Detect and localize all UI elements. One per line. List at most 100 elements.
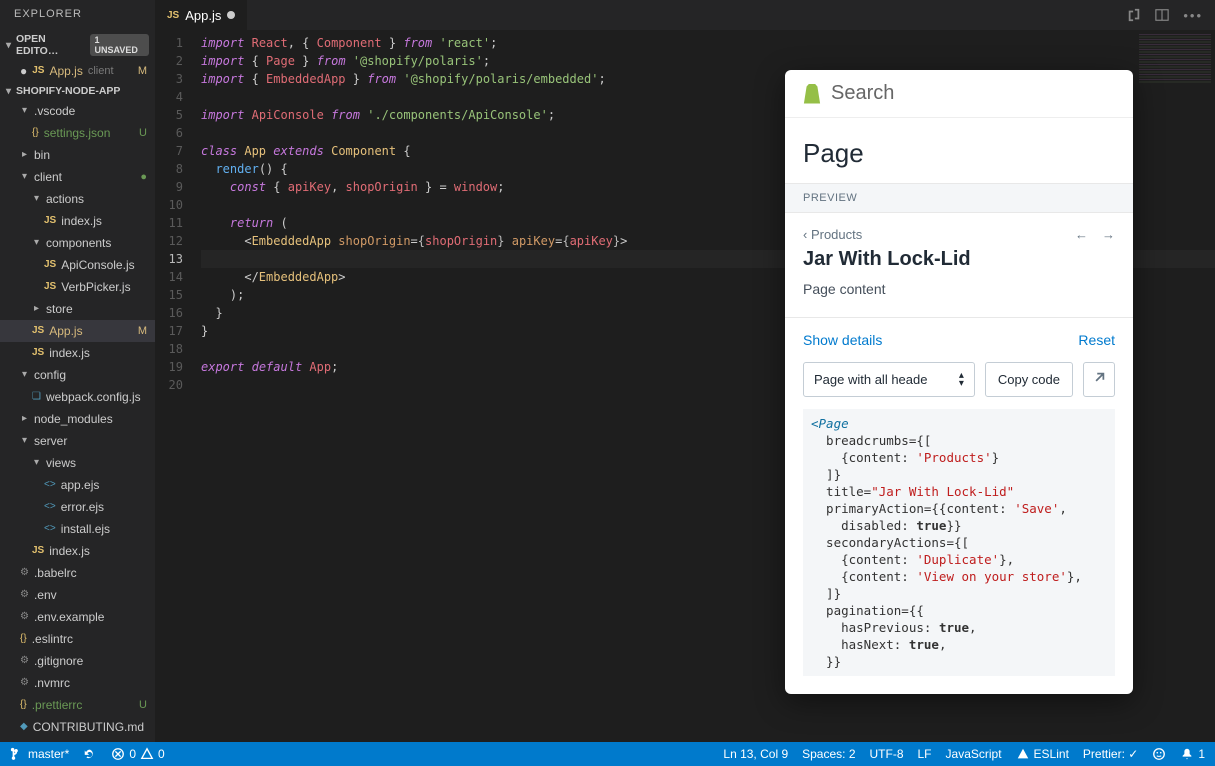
branch-icon xyxy=(10,747,24,761)
split-editor-icon[interactable] xyxy=(1155,8,1169,22)
tree-file[interactable]: <>app.ejs xyxy=(0,474,155,496)
tree-file[interactable]: ◆CONTRIBUTING.md xyxy=(0,716,155,738)
tab-app-js[interactable]: JS App.js xyxy=(155,0,247,30)
tree-item-label: store xyxy=(46,300,73,318)
next-arrow-icon[interactable]: → xyxy=(1102,227,1115,242)
more-icon[interactable]: ••• xyxy=(1183,8,1203,23)
language-mode[interactable]: JavaScript xyxy=(946,747,1002,761)
tree-file[interactable]: JSindex.js xyxy=(0,342,155,364)
tree-file[interactable]: JSApiConsole.js xyxy=(0,254,155,276)
tree-folder[interactable]: ▾ components xyxy=(0,232,155,254)
compare-icon[interactable] xyxy=(1127,8,1141,22)
explorer-header: EXPLORER xyxy=(0,0,155,30)
copy-code-button[interactable]: Copy code xyxy=(985,362,1073,397)
tree-item-label: server xyxy=(34,432,67,450)
tree-item-label: components xyxy=(46,234,111,252)
tree-item-label: client xyxy=(34,168,62,186)
breadcrumb-products[interactable]: ‹ Products xyxy=(803,227,862,242)
sidebar: ▾OPEN EDITO… 1 UNSAVED ● JS App.js clien… xyxy=(0,30,155,742)
tree-file[interactable]: JSindex.js xyxy=(0,210,155,232)
sync-icon xyxy=(83,747,97,761)
tree-file[interactable]: ⚙.nvmrc xyxy=(0,672,155,694)
tree-item-label: settings.json xyxy=(44,124,111,142)
preview-section-label: PREVIEW xyxy=(785,183,1133,213)
indent-setting[interactable]: Spaces: 2 xyxy=(802,747,855,761)
project-header[interactable]: ▾SHOPIFY-NODE-APP xyxy=(0,82,155,100)
tree-file[interactable]: JSApp.jsM xyxy=(0,320,155,342)
tree-file[interactable]: {}.prettierrcU xyxy=(0,694,155,716)
reset-link[interactable]: Reset xyxy=(1078,332,1115,348)
tree-item-label: views xyxy=(46,454,76,472)
status-bar: master* 0 0 Ln 13, Col 9 Spaces: 2 UTF-8… xyxy=(0,742,1215,766)
tree-item-label: index.js xyxy=(49,542,90,560)
tree-folder[interactable]: ▾actions xyxy=(0,188,155,210)
js-icon: JS xyxy=(32,542,44,560)
eslint-status[interactable]: ESLint xyxy=(1016,747,1069,761)
tab-bar: JS App.js ••• xyxy=(155,0,1215,30)
open-editor-item[interactable]: ● JS App.js client M xyxy=(0,60,155,82)
minimap[interactable] xyxy=(1139,34,1211,84)
json-icon: {} xyxy=(20,630,27,648)
tree-item-label: config xyxy=(34,366,66,384)
tree-folder[interactable]: ▾.vscode xyxy=(0,100,155,122)
chevron-right-icon: ▸ xyxy=(32,300,41,318)
problems[interactable]: 0 0 xyxy=(111,747,164,761)
js-icon: JS xyxy=(32,322,44,340)
search-label: Search xyxy=(831,82,894,105)
tree-file[interactable]: JSVerbPicker.js xyxy=(0,276,155,298)
tree-file[interactable]: <>error.ejs xyxy=(0,496,155,518)
open-external-button[interactable] xyxy=(1083,362,1115,397)
tree-item-label: .env xyxy=(34,586,57,604)
eol[interactable]: LF xyxy=(918,747,932,761)
tree-folder[interactable]: ▾views xyxy=(0,452,155,474)
chevron-left-icon: ‹ xyxy=(803,227,811,242)
tree-file[interactable]: ❏webpack.config.js xyxy=(0,386,155,408)
tree-folder[interactable]: ▸ store xyxy=(0,298,155,320)
tree-item-label: index.js xyxy=(49,344,90,362)
show-details-link[interactable]: Show details xyxy=(803,332,882,348)
tree-file[interactable]: <>install.ejs xyxy=(0,518,155,540)
cursor-position[interactable]: Ln 13, Col 9 xyxy=(723,747,788,761)
file-icon: ⚙ xyxy=(20,608,29,626)
tree-folder[interactable]: ▾server xyxy=(0,430,155,452)
tree-item-label: .gitignore xyxy=(34,652,83,670)
prev-arrow-icon[interactable]: ← xyxy=(1075,227,1088,242)
smiley-icon xyxy=(1152,747,1166,761)
dirty-indicator-icon xyxy=(227,11,235,19)
tree-file[interactable]: ⚙.babelrc xyxy=(0,562,155,584)
tree-file[interactable]: JS index.js xyxy=(0,540,155,562)
tab-filename: App.js xyxy=(185,8,221,23)
preview-card-content: Page content xyxy=(803,281,1115,297)
chevron-right-icon: ▸ xyxy=(20,410,29,428)
tree-item-label: ApiConsole.js xyxy=(61,256,134,274)
tree-item-label: .prettierrc xyxy=(32,696,83,714)
tree-file[interactable]: {}settings.jsonU xyxy=(0,122,155,144)
tree-folder[interactable]: ▾config xyxy=(0,364,155,386)
sync-button[interactable] xyxy=(83,747,97,761)
error-icon xyxy=(111,747,125,761)
code-snippet[interactable]: <Page breadcrumbs={[ {content: 'Products… xyxy=(803,409,1115,676)
tree-item-label: bin xyxy=(34,146,50,164)
tree-folder[interactable]: ▸node_modules xyxy=(0,408,155,430)
encoding[interactable]: UTF-8 xyxy=(870,747,904,761)
js-icon: JS xyxy=(167,10,179,21)
preview-search-row[interactable]: Search xyxy=(785,70,1133,118)
webpack-icon: ❏ xyxy=(32,388,41,406)
notifications-button[interactable]: 1 xyxy=(1180,747,1205,761)
line-gutter: 1234567891011121314151617181920 xyxy=(155,30,195,742)
feedback-button[interactable] xyxy=(1152,747,1166,761)
tree-file[interactable]: ⚙.env xyxy=(0,584,155,606)
chevron-down-icon: ▾ xyxy=(20,168,29,186)
tree-folder[interactable]: ▾client● xyxy=(0,166,155,188)
prettier-status[interactable]: Prettier: ✓ xyxy=(1083,747,1138,761)
git-branch[interactable]: master* xyxy=(10,747,69,761)
example-select[interactable]: Page with all heade ▴▾ xyxy=(803,362,975,397)
tree-folder[interactable]: ▸bin xyxy=(0,144,155,166)
tree-file[interactable]: {}.eslintrc xyxy=(0,628,155,650)
open-editors-header[interactable]: ▾OPEN EDITO… 1 UNSAVED xyxy=(0,30,155,60)
chevron-down-icon: ▾ xyxy=(32,234,41,252)
preview-panel: Search Page PREVIEW ‹ Products ← → Jar W… xyxy=(785,70,1133,694)
tree-item-label: .vscode xyxy=(34,102,75,120)
tree-file[interactable]: ⚙.gitignore xyxy=(0,650,155,672)
tree-file[interactable]: ⚙.env.example xyxy=(0,606,155,628)
